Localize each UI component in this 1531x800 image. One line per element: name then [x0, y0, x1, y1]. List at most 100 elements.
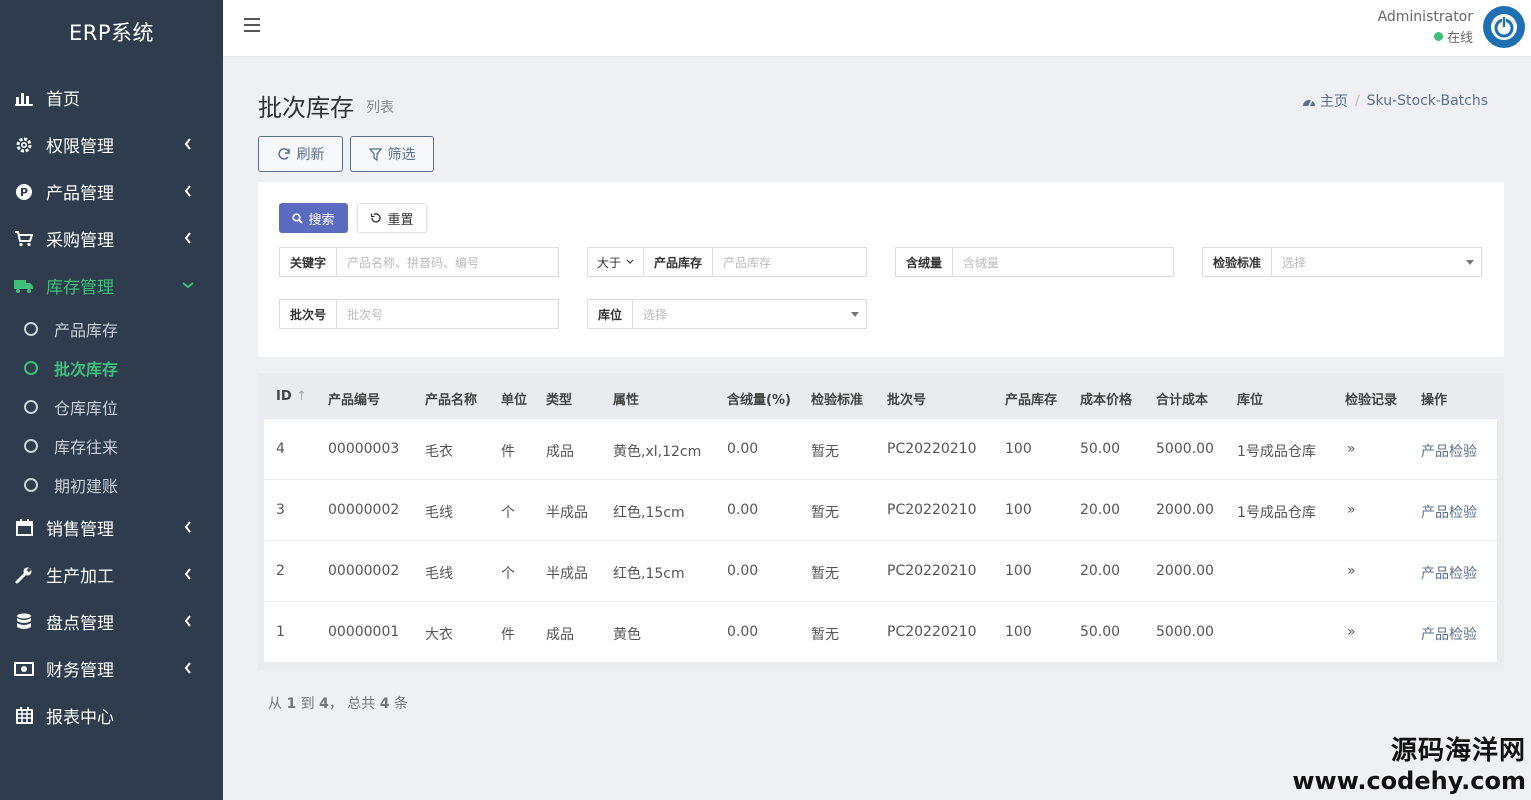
sidebar-item-production[interactable]: 生产加工: [0, 551, 223, 598]
sidebar-item-label: 销售管理: [46, 520, 114, 540]
reset-button[interactable]: 重置: [357, 203, 427, 233]
sidebar-item-label: 库存管理: [46, 278, 114, 298]
inspect-product-link[interactable]: 产品检验: [1421, 563, 1477, 583]
menu-toggle-icon[interactable]: [244, 18, 260, 32]
column-header: 单位: [501, 393, 528, 408]
breadcrumb: 主页 / Sku-Stock-Batchs: [1302, 91, 1488, 111]
circle-icon: [24, 360, 38, 375]
keyword-field: 关键字 产品名称、拼音码、编号: [279, 247, 559, 277]
inspect-product-link[interactable]: 产品检验: [1421, 502, 1477, 522]
column-header-id[interactable]: ID ↑: [276, 389, 307, 404]
svg-text:P: P: [20, 186, 28, 199]
batch-input[interactable]: 批次号: [337, 300, 558, 328]
table-cell: 1: [276, 624, 285, 640]
column-header: 检验记录: [1345, 393, 1398, 408]
sidebar-subitem-warehouse-location[interactable]: 仓库库位: [0, 387, 223, 426]
location-select[interactable]: 选择: [633, 300, 866, 328]
table-cell: 黄色: [613, 627, 641, 643]
wool-input[interactable]: 含绒量: [953, 248, 1173, 276]
pagination-info: 从 1 到 4， 总共 4 条: [268, 696, 408, 712]
table-cell: 00000002: [328, 502, 400, 518]
sidebar-item-stocktake[interactable]: 盘点管理: [0, 598, 223, 645]
sidebar-subitem-product-stock[interactable]: 产品库存: [0, 309, 223, 348]
filter-button[interactable]: 筛选: [350, 136, 434, 172]
sidebar-item-finance[interactable]: 财务管理: [0, 645, 223, 692]
table-cell: 50.00: [1080, 624, 1121, 640]
sidebar-item-label: 报表中心: [46, 708, 114, 728]
refresh-button[interactable]: 刷新: [258, 136, 343, 172]
standard-label: 检验标准: [1203, 248, 1273, 276]
chevron-left-icon: [180, 613, 196, 629]
chevron-left-icon: [180, 136, 196, 152]
expand-record-icon[interactable]: »: [1347, 624, 1356, 640]
stock-input[interactable]: 产品库存: [713, 248, 866, 276]
calendar-icon: [14, 518, 34, 538]
location-select-value: 选择: [643, 307, 668, 322]
column-header: 产品库存: [1005, 393, 1058, 408]
reset-label: 重置: [387, 212, 414, 228]
table-cell: 100: [1005, 502, 1032, 518]
table-row: 1 00000001 大衣 件 成品 黄色 0.00 暂无 PC20220210 100 50.00…: [264, 602, 1497, 663]
sidebar-item-reports[interactable]: 报表中心: [0, 692, 223, 739]
sidebar-item-purchase[interactable]: 采购管理: [0, 215, 223, 262]
table-header: ID ↑ 产品编号 产品名称 单位 类型 属性 含绒量(%) 检验标准 批次号 …: [258, 373, 1504, 419]
stock-field: 大于 产品库存 产品库存: [587, 247, 867, 277]
sidebar-item-home[interactable]: 首页: [0, 74, 223, 121]
location-label: 库位: [588, 300, 634, 328]
sidebar-subitem-label: 库存往来: [54, 437, 119, 457]
power-icon: [1491, 14, 1517, 40]
sidebar-item-label: 首页: [46, 90, 80, 110]
brand-logo[interactable]: ERP系统: [0, 0, 223, 66]
caret-down-icon: [1466, 260, 1474, 265]
avatar[interactable]: [1483, 6, 1525, 48]
column-header: 库位: [1237, 393, 1264, 408]
sidebar-item-inventory[interactable]: 库存管理: [0, 262, 223, 309]
money-icon: [14, 659, 34, 679]
topbar: Administrator 在线: [223, 0, 1531, 57]
table-row: 3 00000002 毛线 个 半成品 红色,15cm 0.00 暂无 PC20220210 10…: [264, 480, 1497, 541]
table-cell: 2: [276, 563, 285, 579]
watermark: 源码海洋网 www.codehy.com: [1292, 730, 1526, 795]
sidebar-subitem-batch-stock[interactable]: 批次库存: [0, 348, 223, 387]
sidebar-subitem-opening-balance[interactable]: 期初建账: [0, 465, 223, 504]
expand-record-icon[interactable]: »: [1347, 502, 1356, 518]
inspect-product-link[interactable]: 产品检验: [1421, 624, 1477, 644]
circle-icon: [24, 321, 38, 336]
sidebar-subitem-label: 批次库存: [54, 359, 119, 379]
column-header: 批次号: [887, 393, 927, 408]
expand-record-icon[interactable]: »: [1347, 563, 1356, 579]
sidebar-subitem-label: 仓库库位: [54, 398, 119, 418]
user-status: 在线: [1378, 27, 1473, 46]
keyword-input[interactable]: 产品名称、拼音码、编号: [337, 248, 558, 276]
expand-record-icon[interactable]: »: [1347, 441, 1356, 457]
column-header: 合计成本: [1156, 393, 1209, 408]
user-info[interactable]: Administrator 在线: [1378, 9, 1473, 46]
column-header: 产品名称: [425, 393, 478, 408]
inspect-product-link[interactable]: 产品检验: [1421, 441, 1477, 461]
sidebar-item-products[interactable]: P 产品管理: [0, 168, 223, 215]
table-cell: 暂无: [811, 566, 839, 582]
search-button[interactable]: 搜索: [279, 203, 348, 233]
sidebar-item-label: 生产加工: [46, 567, 114, 587]
sidebar-item-permissions[interactable]: 权限管理: [0, 121, 223, 168]
sidebar-subitem-stock-transactions[interactable]: 库存往来: [0, 426, 223, 465]
table-cell: 暂无: [811, 627, 839, 643]
standard-select[interactable]: 选择: [1272, 248, 1481, 276]
stock-label: 产品库存: [644, 248, 714, 276]
table-cell: 红色,15cm: [613, 566, 685, 582]
table-cell: 成品: [546, 627, 574, 643]
database-icon: [14, 612, 34, 632]
filter-panel: 搜索 重置 关键字 产品名称、拼音码、编号 大于 产品库存 产品库存 含绒量 含…: [258, 182, 1504, 357]
circle-icon: [24, 438, 38, 453]
stock-operator-select[interactable]: 大于: [588, 248, 645, 276]
table-cell: PC20220210: [887, 441, 977, 457]
table-cell: 暂无: [811, 505, 839, 521]
table-cell: 100: [1005, 441, 1032, 457]
table-cell: 00000003: [328, 441, 400, 457]
table-cell: 黄色,xl,12cm: [613, 444, 702, 460]
stock-operator-value: 大于: [597, 255, 622, 270]
table-cell: 2000.00: [1156, 502, 1214, 518]
table-cell: 大衣: [425, 627, 453, 643]
sidebar-item-sales[interactable]: 销售管理: [0, 504, 223, 551]
breadcrumb-home[interactable]: 主页: [1320, 91, 1348, 111]
